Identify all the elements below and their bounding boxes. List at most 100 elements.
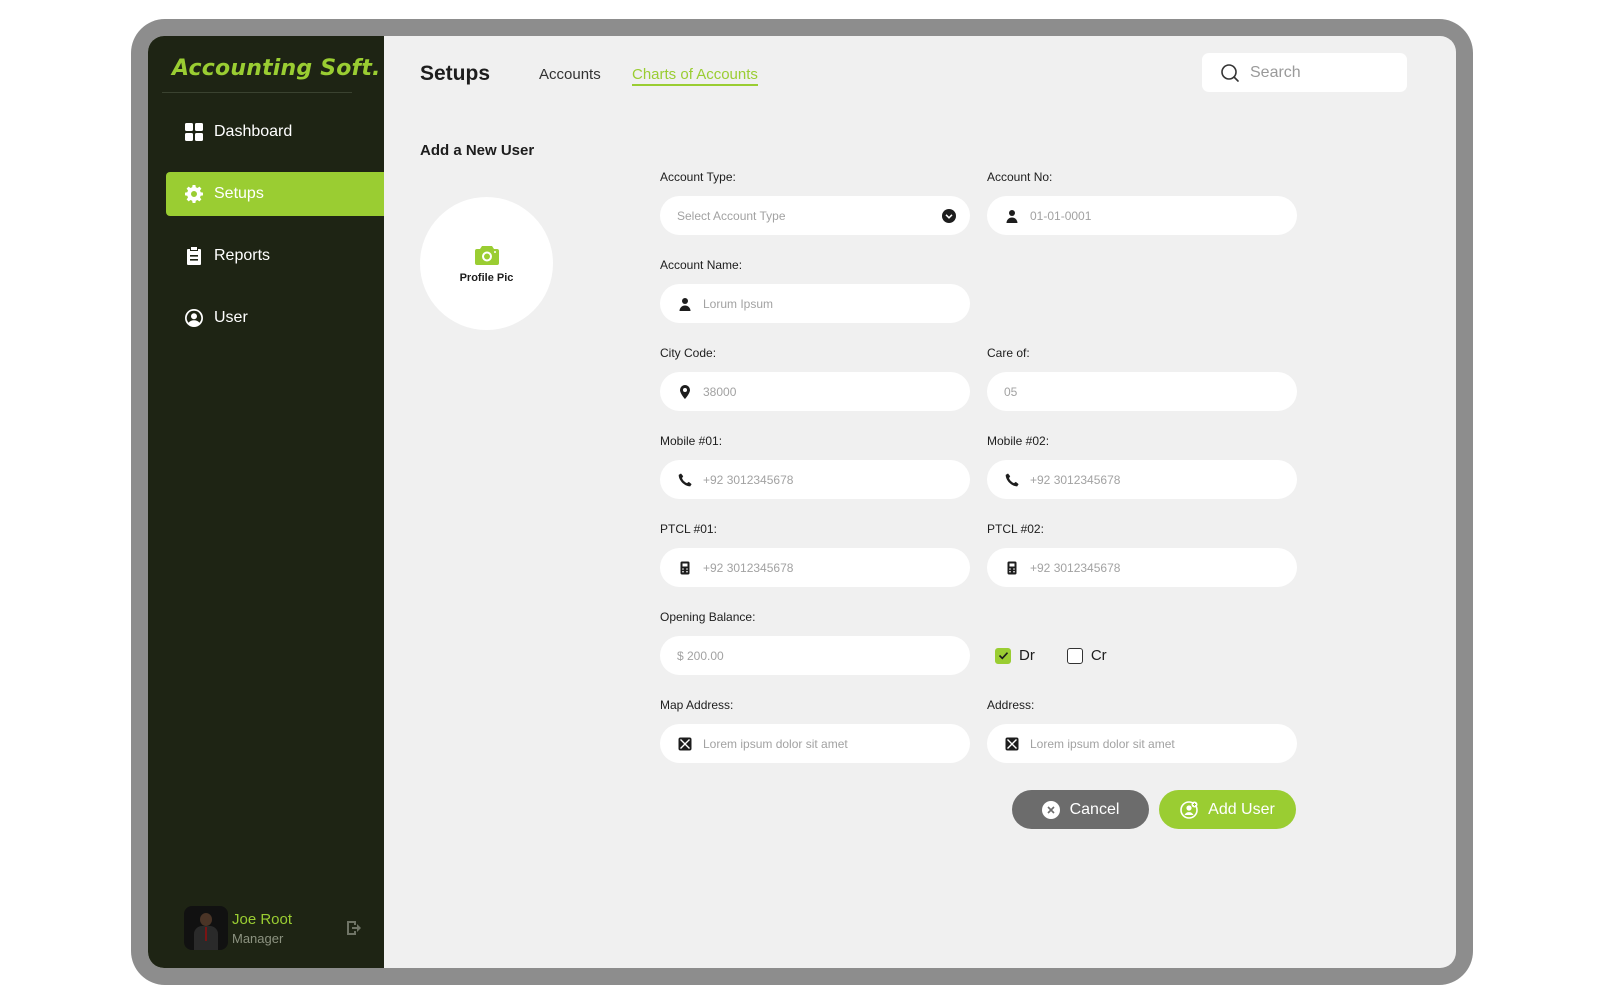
profile-pic-label: Profile Pic xyxy=(459,271,514,284)
sidebar-item-dashboard[interactable]: Dashboard xyxy=(166,110,384,154)
field-label: Address: xyxy=(987,698,1035,712)
field-label: Mobile #01: xyxy=(660,434,723,448)
dr-checkbox[interactable]: Dr xyxy=(987,647,1035,664)
field-label: Account Name: xyxy=(660,258,743,272)
mobile1-field: Mobile #01: +92 3012345678 xyxy=(660,434,970,499)
search-icon xyxy=(1221,63,1239,82)
opening-balance-input[interactable]: $ 200.00 xyxy=(660,636,970,675)
phone-icon xyxy=(677,472,693,488)
cancel-label: Cancel xyxy=(1069,800,1120,818)
page-title: Setups xyxy=(420,62,491,85)
cancel-button[interactable]: Cancel xyxy=(1012,790,1149,829)
sidebar-item-label: Reports xyxy=(214,247,271,264)
add-user-label: Add User xyxy=(1208,800,1275,818)
sidebar-item-label: Dashboard xyxy=(214,123,293,140)
clipboard-icon xyxy=(184,246,204,266)
close-circle-icon xyxy=(1041,800,1060,819)
search-placeholder: Search xyxy=(1250,63,1301,81)
account-type-select[interactable]: Select Account Type xyxy=(660,196,970,235)
account-no-input[interactable]: 01-01-0001 xyxy=(987,196,1297,235)
field-label: Map Address: xyxy=(660,698,734,712)
profile-info: Joe Root Manager xyxy=(232,911,292,946)
avatar xyxy=(184,906,228,950)
address-input[interactable]: Lorem ipsum dolor sit amet xyxy=(987,724,1297,763)
profile-pic-upload[interactable]: Profile Pic xyxy=(420,197,553,330)
map-icon xyxy=(677,736,693,752)
sidebar-item-label: User xyxy=(214,309,248,326)
care-of-field: Care of: 05 xyxy=(987,346,1297,411)
ptcl2-field: PTCL #02: +92 3012345678 xyxy=(987,522,1297,587)
ptcl2-placeholder: +92 3012345678 xyxy=(1030,560,1121,575)
city-code-input[interactable]: 38000 xyxy=(660,372,970,411)
field-label: Account No: xyxy=(987,170,1053,184)
field-label: Opening Balance: xyxy=(660,610,756,624)
mobile2-field: Mobile #02: +92 3012345678 xyxy=(987,434,1297,499)
mobile2-input[interactable]: +92 3012345678 xyxy=(987,460,1297,499)
landline-phone-icon xyxy=(1004,560,1020,576)
main-content: Setups Accounts Charts of Accounts Searc… xyxy=(384,36,1456,968)
account-no-placeholder: 01-01-0001 xyxy=(1030,208,1092,223)
checkbox-checked xyxy=(995,647,1011,664)
field-label: Care of: xyxy=(987,346,1030,360)
add-user-icon xyxy=(1180,800,1198,819)
chevron-down-icon xyxy=(942,208,956,223)
mobile1-placeholder: +92 3012345678 xyxy=(703,472,794,487)
phone-icon xyxy=(1004,472,1020,488)
account-no-field: Account No: 01-01-0001 xyxy=(987,170,1297,235)
user-icon xyxy=(677,296,693,312)
care-of-input[interactable]: 05 xyxy=(987,372,1297,411)
search-input[interactable]: Search xyxy=(1202,53,1407,92)
logout-icon[interactable] xyxy=(344,918,364,938)
sidebar-item-user[interactable]: User xyxy=(166,296,384,340)
map-address-placeholder: Lorem ipsum dolor sit amet xyxy=(703,736,848,751)
mobile2-placeholder: +92 3012345678 xyxy=(1030,472,1121,487)
map-address-input[interactable]: Lorem ipsum dolor sit amet xyxy=(660,724,970,763)
add-user-button[interactable]: Add User xyxy=(1159,790,1296,829)
cr-checkbox[interactable]: Cr xyxy=(1059,647,1107,664)
field-label: Account Type: xyxy=(660,170,736,184)
map-icon xyxy=(1004,736,1020,752)
sidebar-item-reports[interactable]: Reports xyxy=(166,234,384,278)
brand-logo: Accounting Soft. xyxy=(172,56,381,81)
user-circle-icon xyxy=(184,308,204,328)
landline-phone-icon xyxy=(677,560,693,576)
account-name-field: Account Name: Lorum Ipsum xyxy=(660,258,970,323)
address-placeholder: Lorem ipsum dolor sit amet xyxy=(1030,736,1175,751)
city-code-placeholder: 38000 xyxy=(703,384,737,399)
sidebar-nav: Dashboard Setups Reports User xyxy=(166,110,384,358)
cr-label: Cr xyxy=(1090,647,1107,664)
address-field: Address: Lorem ipsum dolor sit amet xyxy=(987,698,1297,763)
map-address-field: Map Address: Lorem ipsum dolor sit amet xyxy=(660,698,970,763)
field-label: Mobile #02: xyxy=(987,434,1050,448)
tab-accounts[interactable]: Accounts xyxy=(539,66,601,83)
profile-name: Joe Root xyxy=(232,910,293,928)
sidebar: Accounting Soft. Dashboard Setups Report… xyxy=(148,36,384,968)
section-title: Add a New User xyxy=(420,142,535,159)
care-of-placeholder: 05 xyxy=(1004,384,1018,399)
brand-divider xyxy=(162,92,352,93)
tab-charts-of-accounts[interactable]: Charts of Accounts xyxy=(632,66,758,86)
ptcl1-field: PTCL #01: +92 3012345678 xyxy=(660,522,970,587)
app-window: Accounting Soft. Dashboard Setups Report… xyxy=(148,36,1456,968)
field-label: PTCL #02: xyxy=(987,522,1044,536)
camera-icon xyxy=(474,245,499,265)
user-icon xyxy=(1004,208,1020,224)
grid-icon xyxy=(184,122,204,142)
account-name-input[interactable]: Lorum Ipsum xyxy=(660,284,970,323)
opening-balance-field: Opening Balance: $ 200.00 xyxy=(660,610,970,675)
profile-role: Manager xyxy=(232,930,284,946)
mobile1-input[interactable]: +92 3012345678 xyxy=(660,460,970,499)
user-profile: Joe Root Manager xyxy=(184,906,364,950)
balance-type-group: Dr Cr xyxy=(987,647,1131,664)
ptcl1-input[interactable]: +92 3012345678 xyxy=(660,548,970,587)
city-code-field: City Code: 38000 xyxy=(660,346,970,411)
sidebar-item-setups[interactable]: Setups xyxy=(166,172,384,216)
gear-icon xyxy=(184,184,204,204)
account-name-placeholder: Lorum Ipsum xyxy=(703,296,774,311)
checkbox-unchecked xyxy=(1066,647,1083,664)
opening-balance-placeholder: $ 200.00 xyxy=(677,648,724,663)
ptcl2-input[interactable]: +92 3012345678 xyxy=(987,548,1297,587)
field-label: PTCL #01: xyxy=(660,522,717,536)
account-type-placeholder: Select Account Type xyxy=(677,208,786,223)
field-label: City Code: xyxy=(660,346,717,360)
